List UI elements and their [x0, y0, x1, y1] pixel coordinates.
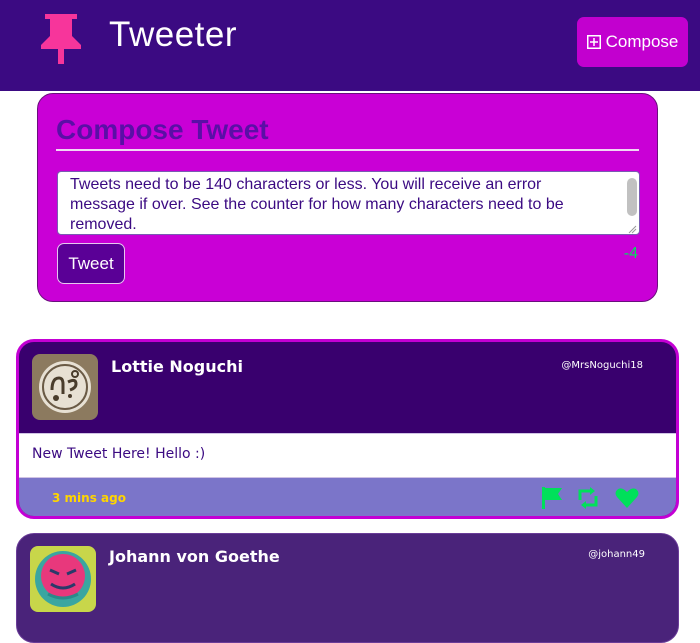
tweet-submit-button[interactable]: Tweet: [57, 243, 125, 284]
tweet-header: Johann von Goethe @johann49: [17, 534, 678, 625]
compose-heading: Compose Tweet: [56, 114, 269, 145]
avatar: [30, 546, 96, 612]
avatar-image: [32, 354, 98, 420]
char-counter: -4: [623, 245, 638, 262]
textarea-scrollbar[interactable]: [627, 178, 637, 216]
author-handle: @MrsNoguchi18: [561, 360, 643, 371]
author-name: Johann von Goethe: [109, 547, 280, 566]
compose-divider: [56, 149, 639, 151]
pushpin-icon: [41, 14, 81, 64]
tweet-timestamp: 3 mins ago: [52, 491, 126, 505]
tweet-textarea[interactable]: Tweets need to be 140 characters or less…: [57, 171, 640, 235]
compose-panel: Compose Tweet Tweets need to be 140 char…: [37, 93, 658, 302]
retweet-icon[interactable]: [575, 485, 601, 511]
avatar-image: [30, 546, 96, 612]
tweet-body: New Tweet Here! Hello :): [19, 433, 676, 478]
tweet-header: Lottie Noguchi @MrsNoguchi18: [19, 342, 676, 433]
avatar: [32, 354, 98, 420]
resize-grip-icon[interactable]: [627, 224, 637, 234]
top-navbar: Tweeter Compose: [0, 0, 700, 91]
flag-icon[interactable]: [539, 485, 565, 511]
tweet-text: New Tweet Here! Hello :): [32, 446, 206, 462]
tweet-card: Lottie Noguchi @MrsNoguchi18 New Tweet H…: [16, 339, 679, 519]
plus-square-icon: [586, 35, 601, 49]
author-name: Lottie Noguchi: [111, 357, 243, 376]
heart-icon[interactable]: [614, 485, 640, 511]
tweet-footer: 3 mins ago: [19, 478, 676, 516]
app-title: Tweeter: [109, 15, 237, 54]
author-handle: @johann49: [588, 549, 645, 560]
compose-button-label: Compose: [605, 32, 679, 51]
compose-button[interactable]: Compose: [577, 17, 688, 67]
